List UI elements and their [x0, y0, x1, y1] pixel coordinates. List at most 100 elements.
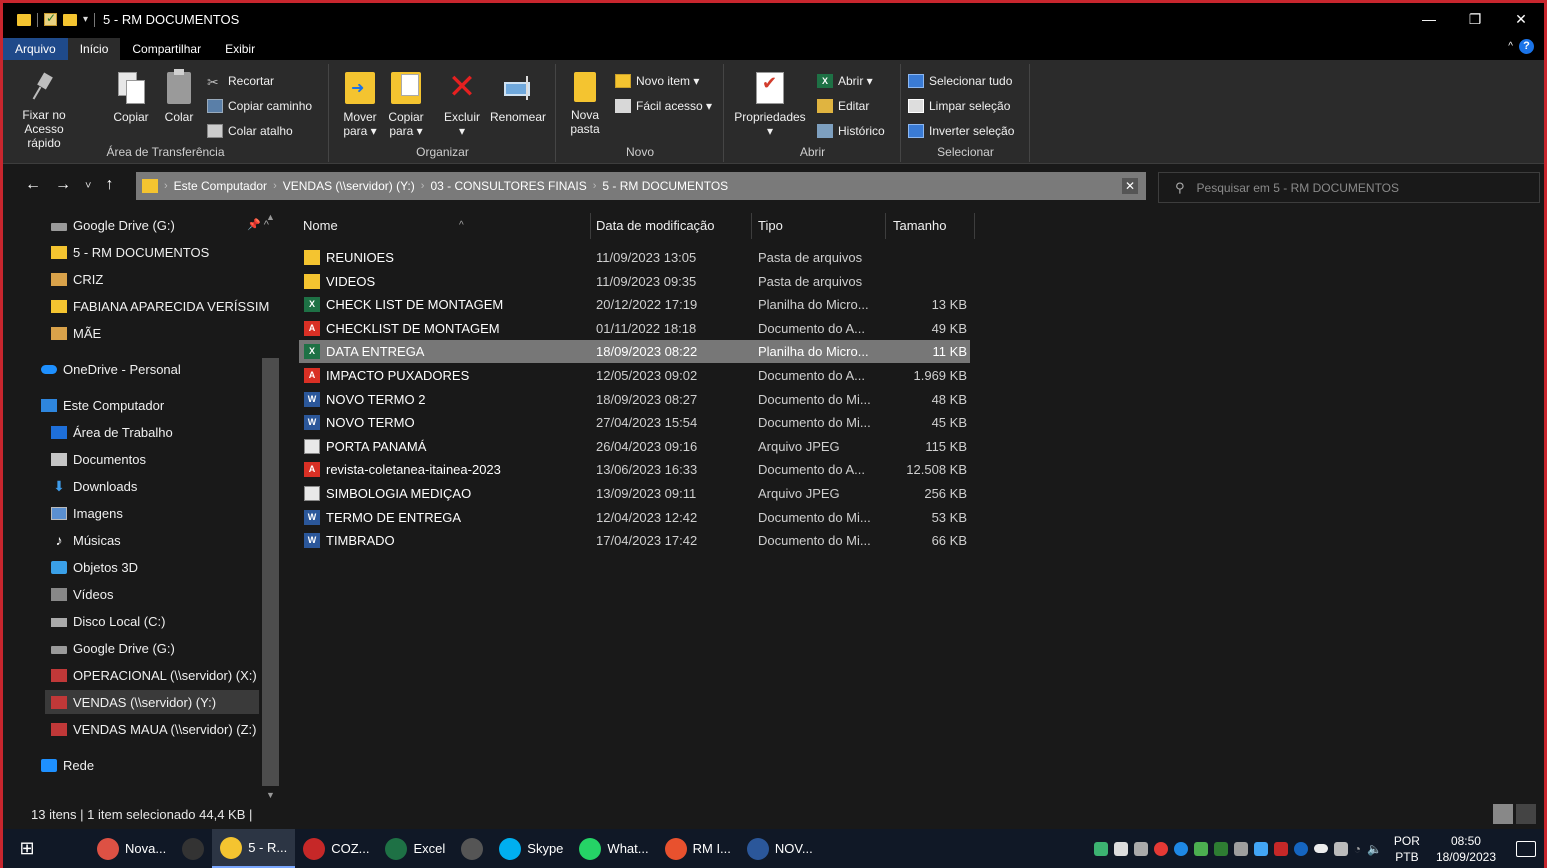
copy-to-button[interactable]: Copiar para ▾ [384, 72, 428, 138]
pin-quick-access-button[interactable]: Fixar no Acesso rápido [13, 72, 75, 150]
move-to-button[interactable]: Mover para ▾ [338, 72, 382, 138]
details-view-icon[interactable] [1493, 804, 1513, 824]
properties-button[interactable]: Propriedades ▾ [729, 72, 811, 138]
taskbar-app-whatsapp[interactable]: What... [571, 829, 656, 868]
tab-arquivo[interactable]: Arquivo [3, 38, 68, 60]
sidebar-item-documentos[interactable]: Documentos [51, 447, 146, 471]
scrollbar-thumb[interactable] [262, 358, 279, 786]
breadcrumb-vendas[interactable]: VENDAS (\\servidor) (Y:) [277, 179, 421, 193]
delete-button[interactable]: ✕ Excluir ▾ [440, 70, 484, 138]
clear-selection-button[interactable]: Limpar seleção [908, 99, 1010, 113]
sidebar-item-este-computador[interactable]: Este Computador [41, 393, 164, 417]
clear-address-icon[interactable]: ✕ [1122, 178, 1138, 194]
paste-button[interactable]: Colar [159, 69, 199, 124]
sidebar-item-operacional[interactable]: OPERACIONAL (\\servidor) (X:) [51, 663, 257, 687]
address-bar[interactable]: › Este Computador › VENDAS (\\servidor) … [136, 172, 1146, 200]
file-row[interactable]: W TIMBRADO 17/04/2023 17:42 Documento do Mi… [299, 529, 970, 552]
open-button[interactable]: X Abrir ▾ [817, 74, 873, 88]
sidebar-item-objetos-3d[interactable]: Objetos 3D [51, 555, 138, 579]
new-item-button[interactable]: Novo item ▾ [615, 74, 699, 88]
up-icon[interactable]: ↑ [105, 176, 113, 196]
column-divider[interactable] [590, 213, 591, 239]
large-icons-view-icon[interactable] [1516, 804, 1536, 824]
column-header-date[interactable]: Data de modificação [596, 213, 746, 239]
column-divider[interactable] [974, 213, 975, 239]
sidebar-item-rede[interactable]: Rede [41, 753, 94, 777]
taskbar-app-skype[interactable]: Skype [491, 829, 571, 868]
sidebar-item-google-drive-pc[interactable]: Google Drive (G:) [51, 636, 175, 660]
sidebar-item-videos[interactable]: Vídeos [51, 582, 113, 606]
file-row[interactable]: REUNIOES 11/09/2023 13:05 Pasta de arquivo… [299, 246, 970, 269]
clock[interactable]: 08:50 18/09/2023 [1436, 833, 1496, 865]
breadcrumb-consultores-finais[interactable]: 03 - CONSULTORES FINAIS [424, 179, 592, 193]
new-folder-icon[interactable] [63, 13, 77, 26]
cut-button[interactable]: ✂ Recortar [207, 74, 274, 90]
tray-app-icon[interactable] [1093, 841, 1108, 856]
file-row[interactable]: SIMBOLOGIA MEDIÇAO 13/09/2023 09:11 Arquiv… [299, 482, 970, 505]
sidebar-scrollbar[interactable]: ▲ ▼ [262, 212, 279, 800]
file-row[interactable]: PORTA PANAMÁ 26/04/2023 09:16 Arquivo JPEG… [299, 435, 970, 458]
customize-toolbar-icon[interactable]: ▾ [83, 14, 88, 25]
wifi-icon[interactable]: ◔ [1354, 842, 1361, 856]
column-header-type[interactable]: Tipo [758, 213, 878, 239]
scroll-up-icon[interactable]: ▲ [266, 212, 275, 222]
column-header-size[interactable]: Tamanho [893, 213, 973, 239]
tray-app-icon[interactable] [1193, 841, 1208, 856]
tray-app-icon[interactable] [1213, 841, 1228, 856]
copy-button[interactable]: Copiar [109, 72, 153, 124]
select-all-button[interactable]: Selecionar tudo [908, 74, 1012, 88]
history-button[interactable]: Histórico [817, 124, 885, 138]
file-row[interactable]: W NOVO TERMO 2 18/09/2023 08:27 Documento d… [299, 388, 970, 411]
sidebar-item-disco-local[interactable]: Disco Local (C:) [51, 609, 165, 633]
paste-shortcut-button[interactable]: Colar atalho [207, 124, 293, 138]
tray-app-icon[interactable] [1113, 841, 1128, 856]
column-header-name[interactable]: Nome ^ [303, 213, 593, 239]
tab-inicio[interactable]: Início [67, 38, 121, 60]
tab-compartilhar[interactable]: Compartilhar [120, 38, 213, 60]
copy-path-button[interactable]: Copiar caminho [207, 99, 312, 113]
sidebar-item-vendas-maua[interactable]: VENDAS MAUA (\\servidor) (Z:) [51, 717, 256, 741]
breadcrumb-rm-documentos[interactable]: 5 - RM DOCUMENTOS [596, 179, 734, 193]
sidebar-item-rm-documentos[interactable]: 5 - RM DOCUMENTOS [51, 240, 209, 264]
volume-mute-icon[interactable] [1273, 841, 1288, 856]
search-box[interactable]: ⚲ Pesquisar em 5 - RM DOCUMENTOS [1158, 172, 1540, 203]
microphone-icon[interactable] [1133, 841, 1148, 856]
taskbar-app-excel[interactable]: Excel [377, 829, 453, 868]
help-icon[interactable]: ? [1519, 39, 1534, 54]
rename-button[interactable]: Renomear [486, 72, 550, 124]
sidebar-item-musicas[interactable]: ♪ Músicas [51, 528, 121, 552]
sidebar-item-criz[interactable]: CRIZ [51, 267, 103, 291]
taskbar-app-calculator[interactable] [453, 829, 491, 868]
file-row[interactable]: VIDEOS 11/09/2023 09:35 Pasta de arquivos [299, 270, 970, 293]
forward-icon[interactable]: → [55, 176, 71, 196]
sidebar-item-mae[interactable]: MÃE [51, 321, 101, 345]
language-indicator[interactable]: POR PTB [1394, 833, 1420, 865]
collapse-ribbon-icon[interactable]: ^ [1508, 41, 1513, 52]
properties-icon[interactable] [44, 11, 57, 26]
sidebar-item-downloads[interactable]: ⬇ Downloads [51, 474, 137, 498]
onedrive-icon[interactable] [1313, 844, 1328, 853]
minimize-button[interactable]: — [1406, 3, 1452, 36]
sidebar-item-imagens[interactable]: Imagens [51, 501, 123, 525]
scroll-down-icon[interactable]: ▼ [266, 790, 275, 800]
file-row[interactable]: X CHECK LIST DE MONTAGEM 20/12/2022 17:19 P… [299, 293, 970, 316]
windows-start-icon[interactable]: ⊞ [3, 838, 51, 859]
tray-app-icon[interactable] [1233, 841, 1248, 856]
file-row[interactable]: W NOVO TERMO 27/04/2023 15:54 Documento do … [299, 411, 970, 434]
edit-button[interactable]: Editar [817, 99, 869, 113]
new-folder-button[interactable]: Nova pasta [563, 72, 607, 136]
back-icon[interactable]: ← [25, 176, 41, 196]
sidebar-item-onedrive[interactable]: OneDrive - Personal [41, 357, 181, 381]
notification-center-icon[interactable] [1516, 840, 1536, 857]
taskbar-app-rm-app[interactable]: RM I... [657, 829, 739, 868]
recent-locations-icon[interactable]: ˅ [85, 176, 91, 196]
invert-selection-button[interactable]: Inverter seleção [908, 124, 1014, 138]
close-button[interactable]: ✕ [1498, 3, 1544, 36]
file-row[interactable]: Arevista-coletanea-itainea-2023 13/06/202… [299, 458, 970, 481]
tab-exibir[interactable]: Exibir [213, 38, 267, 60]
breadcrumb-este-computador[interactable]: Este Computador [168, 179, 273, 193]
battery-icon[interactable] [1333, 841, 1348, 856]
file-row[interactable]: X DATA ENTREGA 18/09/2023 08:22 Planilha do… [299, 340, 970, 364]
sidebar-item-fabiana[interactable]: FABIANA APARECIDA VERÍSSIM [51, 294, 269, 318]
tray-app-icon[interactable] [1173, 841, 1188, 856]
